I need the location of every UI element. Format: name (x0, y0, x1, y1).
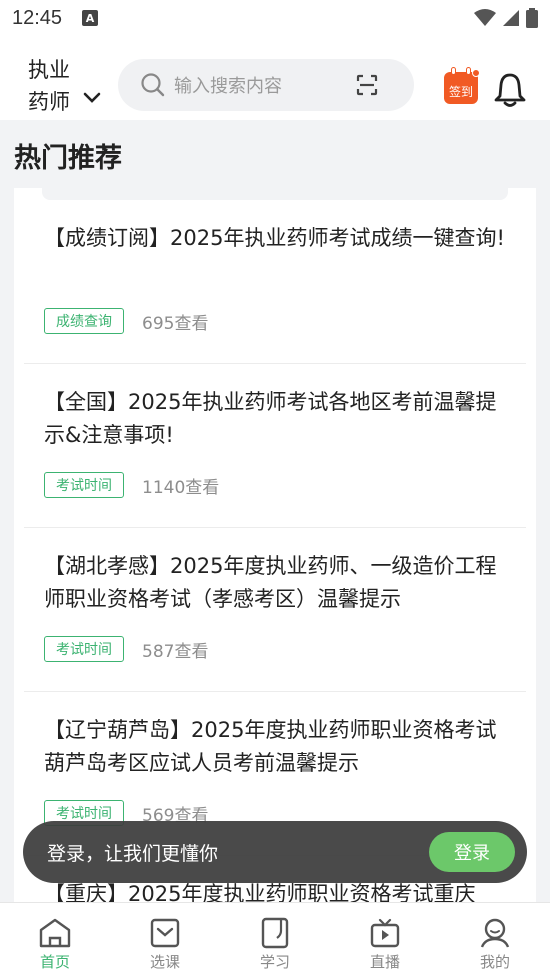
search-placeholder: 输入搜索内容 (174, 76, 282, 97)
exam-name-line1: 执业 (28, 58, 70, 82)
exam-selector[interactable]: 执业 药师 (28, 54, 108, 118)
nav-study[interactable]: 学习 (220, 903, 330, 979)
battery-icon (526, 8, 538, 28)
nav-label: 首页 (39, 953, 70, 971)
nav-home[interactable]: 首页 (0, 903, 110, 979)
chevron-down-icon (83, 92, 101, 103)
nav-label: 选课 (149, 953, 180, 971)
article-tag: 成绩查询 (44, 308, 124, 334)
calendar-ring-left (451, 67, 456, 75)
scan-icon[interactable] (356, 74, 378, 96)
wifi-icon (474, 9, 496, 26)
section-title: 热门推荐 (14, 143, 122, 174)
checkin-button[interactable]: 签到 (444, 67, 480, 104)
nav-label: 直播 (369, 953, 400, 971)
article-views: 587查看 (142, 641, 209, 662)
study-icon (261, 917, 289, 949)
status-time: 12:45 (12, 6, 63, 29)
nav-label: 学习 (259, 953, 290, 971)
signal-icon (503, 10, 519, 26)
article-title: 【湖北孝感】2025年度执业药师、一级造价工程师职业资格考试（孝感考区）温馨提示 (44, 554, 497, 611)
calendar-ring-right (466, 67, 471, 75)
nav-course[interactable]: 选课 (110, 903, 220, 979)
article-tag: 考试时间 (44, 472, 124, 498)
article-title: 【全国】2025年执业药师考试各地区考前温馨提示&注意事项! (44, 390, 497, 447)
notification-icon: A (82, 10, 99, 26)
nav-label: 我的 (479, 953, 510, 971)
login-prompt: 登录，让我们更懂你 登录 (23, 821, 527, 883)
home-icon (39, 918, 71, 948)
checkin-label: 签到 (448, 84, 473, 99)
checkin-badge (472, 69, 480, 77)
nav-live[interactable]: 直播 (330, 903, 440, 979)
bell-icon[interactable] (492, 72, 528, 108)
list-top-strip (42, 188, 508, 200)
nav-profile[interactable]: 我的 (440, 903, 550, 979)
article-meta: 成绩查询 695查看 (44, 308, 208, 334)
article-title: 【成绩订阅】2025年执业药师考试成绩一键查询! (44, 226, 505, 250)
article-tag: 考试时间 (44, 636, 124, 662)
login-prompt-text: 登录，让我们更懂你 (47, 842, 219, 865)
status-icons (474, 8, 538, 28)
search-icon (141, 73, 165, 97)
live-icon (370, 918, 400, 948)
course-icon (150, 918, 180, 948)
article-title: 【辽宁葫芦岛】2025年度执业药师职业资格考试葫芦岛考区应试人员考前温馨提示 (44, 718, 497, 775)
status-bar: 12:45 A (0, 0, 550, 36)
list-item[interactable]: 【湖北孝感】2025年度执业药师、一级造价工程师职业资格考试（孝感考区）温馨提示… (24, 528, 526, 692)
login-button[interactable]: 登录 (429, 832, 515, 872)
bottom-nav: 首页 选课 学习 直播 我的 (0, 902, 550, 979)
article-views: 1140查看 (142, 477, 220, 498)
article-meta: 考试时间 1140查看 (44, 472, 219, 498)
article-list: 【成绩订阅】2025年执业药师考试成绩一键查询! 成绩查询 695查看 【全国】… (14, 188, 536, 902)
search-input[interactable]: 输入搜索内容 (118, 59, 414, 111)
list-item[interactable]: 【全国】2025年执业药师考试各地区考前温馨提示&注意事项! 考试时间 1140… (24, 364, 526, 528)
list-item[interactable]: 【成绩订阅】2025年执业药师考试成绩一键查询! 成绩查询 695查看 (24, 200, 526, 364)
article-views: 695查看 (142, 313, 209, 334)
article-meta: 考试时间 587查看 (44, 636, 208, 662)
profile-icon (480, 918, 510, 948)
header: 执业 药师 输入搜索内容 签到 (0, 36, 550, 120)
